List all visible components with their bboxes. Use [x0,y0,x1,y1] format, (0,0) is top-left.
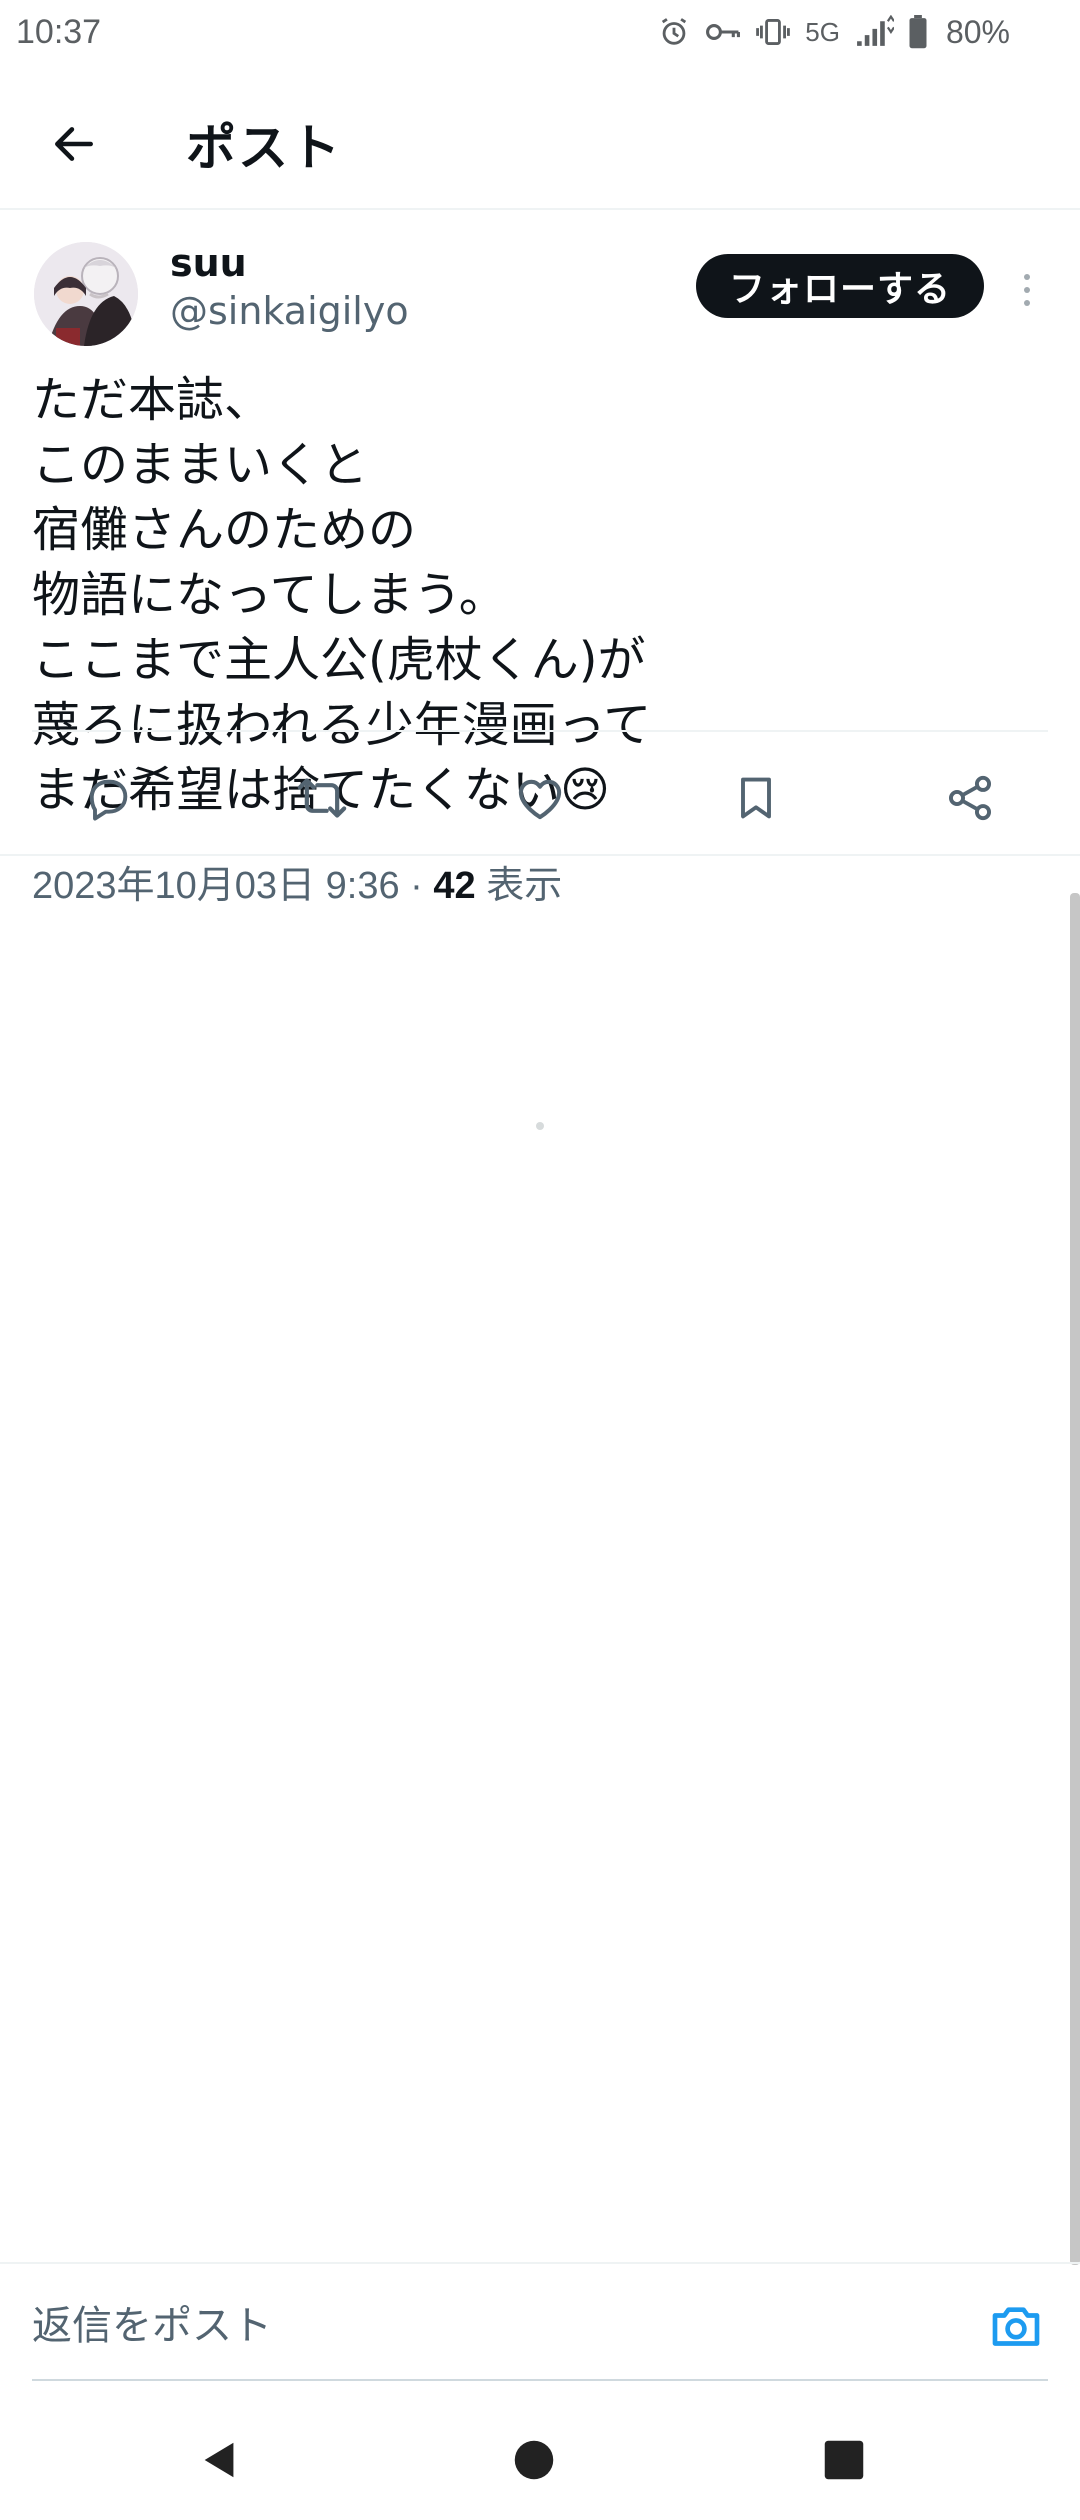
scrollbar[interactable] [1070,893,1080,2265]
display-name: suu [170,241,247,285]
heart-icon [518,779,562,820]
follow-button[interactable]: フォローする [696,254,984,318]
share-button[interactable] [942,770,998,826]
more-dot [1024,274,1030,280]
share-icon [948,775,992,821]
nav-recents-button[interactable] [814,2430,874,2490]
network-label: 5G [805,16,840,47]
like-button[interactable] [512,770,568,826]
author-row: suu @sinkaigilyo フォローする [0,210,1080,360]
nav-back-button[interactable] [190,2430,250,2490]
status-icons: 5G 80% [657,14,1010,51]
bookmark-button[interactable] [728,770,784,826]
vibrate-icon [755,16,791,48]
more-dot [1024,300,1030,306]
square-recents-icon [824,2440,864,2480]
post-meta: 2023年10月03日 9:36 · 42 表示 [32,854,562,909]
battery-icon [908,15,928,49]
views-label: 表示 [475,865,563,907]
triangle-back-icon [204,2442,234,2478]
arrow-left-icon [55,127,93,161]
top-app-bar: ポスト [0,80,1080,210]
status-time: 10:37 [16,12,102,51]
camera-icon [992,2307,1040,2346]
battery-level: 80% [945,13,1010,50]
back-button[interactable] [34,104,114,184]
repost-button[interactable] [294,770,350,826]
meta-separator: · [399,865,434,907]
reply-button[interactable] [80,770,136,826]
user-handle: @sinkaigilyo [170,289,409,333]
views-count[interactable]: 42 [433,865,475,907]
page-title: ポスト [186,119,342,177]
post-timestamp[interactable]: 2023年10月03日 9:36 [32,865,400,907]
reply-icon [89,779,128,821]
post-detail-screen: 10:37 5G 80% ポスト suu @sinkaigilyo フォローする… [0,0,1080,2520]
repost-icon [297,778,347,818]
bookmark-icon [741,777,771,819]
circle-home-icon [514,2440,554,2480]
key-icon [705,17,741,47]
author-info[interactable]: suu @sinkaigilyo [170,240,409,336]
reply-underline [32,2379,1048,2381]
action-bar [0,732,1080,856]
system-navigation-bar [0,2400,1080,2520]
reply-composer: 返信をポスト [0,2262,1080,2381]
loading-indicator [536,1122,544,1130]
nav-home-button[interactable] [504,2430,564,2490]
alarm-icon [657,15,691,49]
post: suu @sinkaigilyo フォローする ただ本誌、 このままいくと 宿儺… [0,210,1080,907]
more-options-button[interactable] [1012,262,1042,318]
more-dot [1024,287,1030,293]
camera-button[interactable] [988,2298,1044,2354]
reply-input[interactable]: 返信をポスト [32,2292,932,2352]
status-bar: 10:37 5G 80% [0,0,1080,64]
signal-icon [854,15,894,49]
avatar[interactable] [34,242,138,346]
